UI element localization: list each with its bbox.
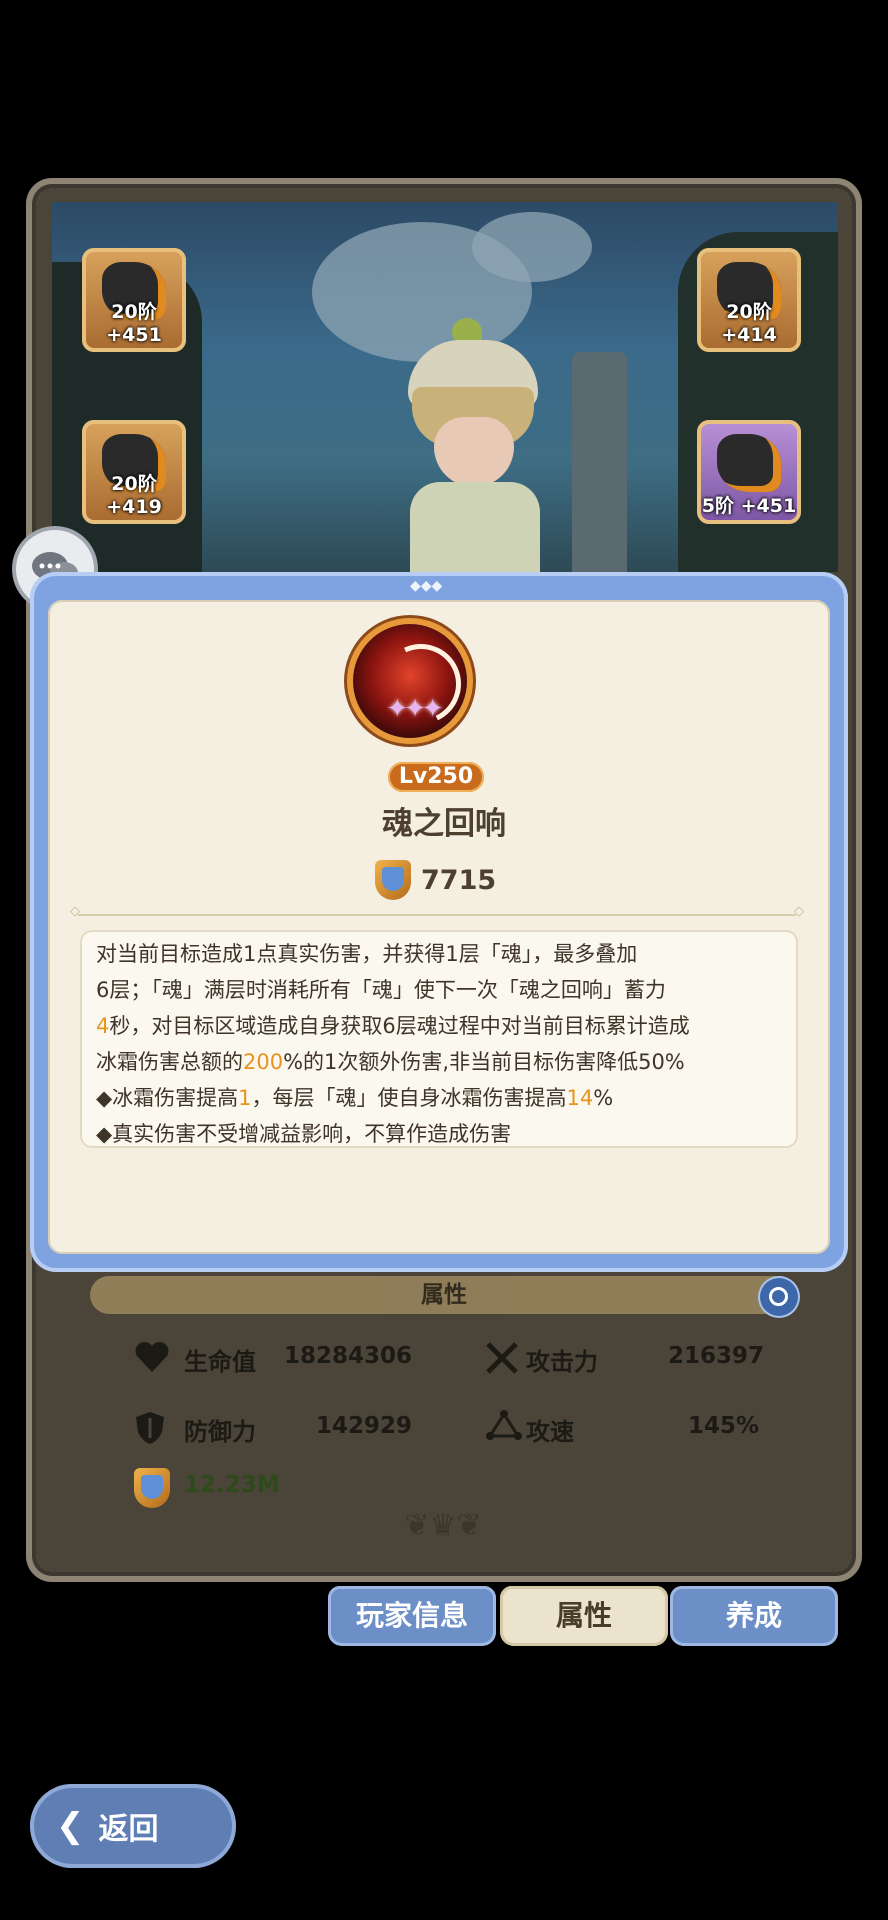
defense-label: 防御力 (184, 1418, 256, 1446)
equip-slot-armor[interactable]: 20阶 +419 (82, 420, 186, 524)
attributes-header: 属性 (90, 1276, 798, 1314)
equip-level: 20阶 +419 (106, 473, 162, 518)
search-icon[interactable] (760, 1278, 798, 1316)
combat-power-icon (134, 1468, 170, 1508)
equip-slot-boots[interactable]: 5阶 +451 (697, 420, 801, 524)
equip-level: 5阶 +451 (701, 495, 797, 517)
attack-value: 216397 (668, 1343, 765, 1369)
equip-slot-weapon[interactable]: 20阶 +451 (82, 248, 186, 352)
desc-line: 对当前目标造成1点真实伤害，并获得1层「魂」，最多叠加 (96, 942, 638, 966)
attack-speed-icon (486, 1410, 522, 1440)
equip-level: 20阶 +451 (106, 301, 162, 346)
tab-attributes[interactable]: 属性 (500, 1586, 668, 1646)
tab-develop[interactable]: 养成 (670, 1586, 838, 1646)
combat-power-value: 12.23M (184, 1472, 280, 1498)
attack-speed-value: 145% (688, 1413, 760, 1439)
back-arrow-icon: ❮ (56, 1806, 85, 1846)
attack-speed-label: 攻速 (526, 1418, 574, 1446)
equip-level: 20阶 +414 (721, 301, 777, 346)
skill-description: 对当前目标造成1点真实伤害，并获得1层「魂」，最多叠加 6层；「魂」满层时消耗所… (80, 930, 798, 1148)
desc-line: 6层；「魂」满层时消耗所有「魂」使下一次「魂之回响」蓄力 (96, 978, 666, 1002)
boots-icon (717, 434, 781, 492)
hp-value: 18284306 (284, 1343, 413, 1369)
tab-player-info[interactable]: 玩家信息 (328, 1586, 496, 1646)
crossed-swords-icon (486, 1342, 518, 1374)
back-button[interactable]: ❮ 返回 (30, 1784, 236, 1868)
desc-line: 冰霜伤害总额的200%的1次额外伤害,非当前目标伤害降低50% (96, 1050, 685, 1074)
shield-icon (136, 1412, 164, 1444)
back-label: 返回 (98, 1812, 159, 1847)
desc-line: ◆真实伤害不受增减益影响，不算作造成伤害 (96, 1122, 512, 1146)
heart-icon (135, 1341, 169, 1372)
star-rating-icon: ✦✦✦ (386, 694, 443, 724)
equip-slot-helmet[interactable]: 20阶 +414 (697, 248, 801, 352)
hp-label: 生命值 (184, 1348, 256, 1376)
divider (70, 904, 804, 919)
skill-level-badge: Lv250 (388, 762, 484, 792)
crown-ornament-icon: ❦♛❦ (404, 1508, 482, 1543)
desc-line: ◆冰霜伤害提高1，每层「魂」使自身冰霜伤害提高14% (96, 1086, 614, 1110)
skill-power-row: 7715 (375, 860, 496, 900)
hero-character (390, 312, 560, 572)
attack-label: 攻击力 (526, 1348, 598, 1376)
defense-value: 142929 (316, 1413, 413, 1439)
combat-power-icon (375, 860, 411, 900)
desc-line: 4秒，对目标区域造成自身获取6层魂过程中对当前目标累计造成 (96, 1014, 690, 1038)
ornament-icon: ◆◆◆ (410, 578, 443, 594)
skill-name: 魂之回响 (382, 806, 506, 842)
skill-power-value: 7715 (421, 864, 497, 896)
